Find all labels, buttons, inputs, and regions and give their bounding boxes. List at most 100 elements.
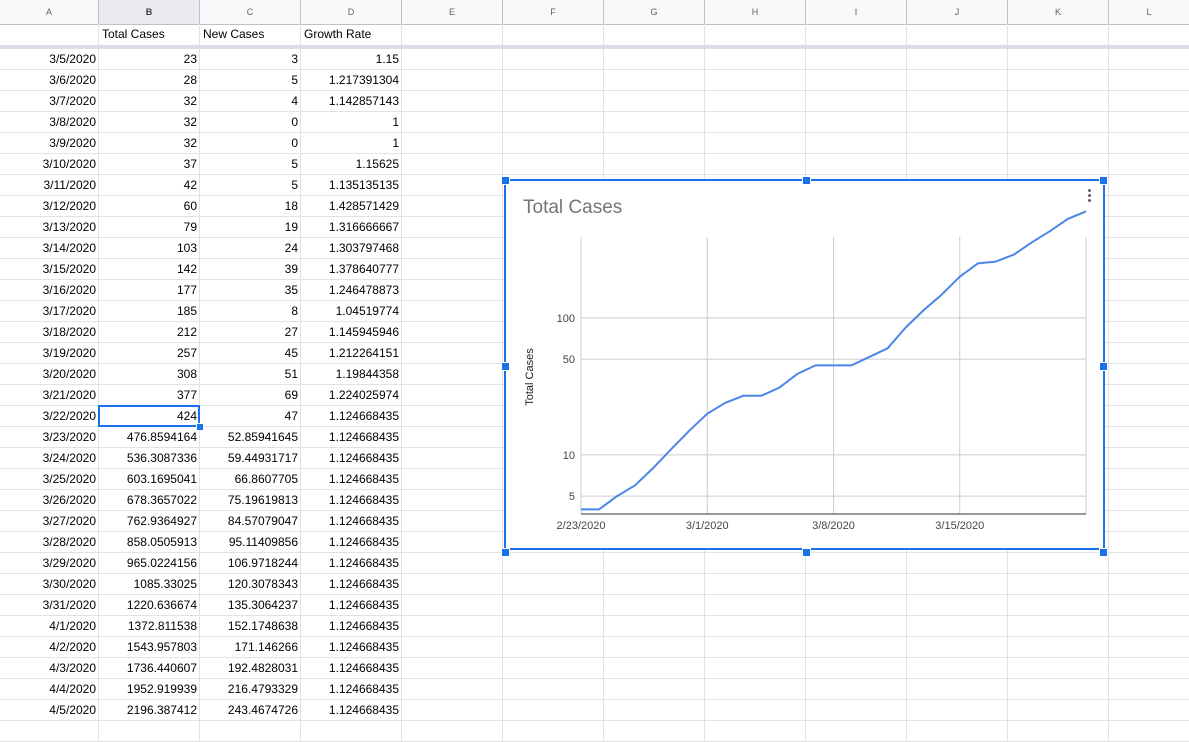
chart-resize-handle[interactable] xyxy=(1099,548,1108,557)
new-cases-cell[interactable]: 192.4828031 xyxy=(200,658,301,679)
new-cases-cell[interactable]: 216.4793329 xyxy=(200,679,301,700)
growth-rate-cell[interactable]: 1.124668435 xyxy=(301,679,402,700)
column-header-c[interactable]: C xyxy=(200,0,301,24)
growth-rate-cell[interactable]: 1.124668435 xyxy=(301,511,402,532)
new-cases-cell[interactable]: 47 xyxy=(200,406,301,427)
total-cases-cell[interactable]: 42 xyxy=(99,175,200,196)
growth-rate-cell[interactable]: 1.142857143 xyxy=(301,91,402,112)
date-cell[interactable]: 3/13/2020 xyxy=(0,217,99,238)
date-cell[interactable]: 3/17/2020 xyxy=(0,301,99,322)
column-header-e[interactable]: E xyxy=(402,0,503,24)
new-cases-cell[interactable]: 35 xyxy=(200,280,301,301)
growth-rate-cell[interactable]: 1.124668435 xyxy=(301,490,402,511)
date-cell[interactable]: 4/3/2020 xyxy=(0,658,99,679)
new-cases-cell[interactable]: 66.8607705 xyxy=(200,469,301,490)
growth-rate-cell[interactable]: 1 xyxy=(301,112,402,133)
date-cell[interactable]: 3/27/2020 xyxy=(0,511,99,532)
total-cases-cell[interactable]: 37 xyxy=(99,154,200,175)
new-cases-cell[interactable]: 5 xyxy=(200,175,301,196)
total-cases-cell[interactable]: 103 xyxy=(99,238,200,259)
date-cell[interactable]: 3/28/2020 xyxy=(0,532,99,553)
date-cell[interactable]: 3/24/2020 xyxy=(0,448,99,469)
chart-more-options-icon[interactable] xyxy=(1085,187,1093,207)
total-cases-cell[interactable]: 377 xyxy=(99,385,200,406)
new-cases-cell[interactable]: 135.3064237 xyxy=(200,595,301,616)
header-cell-growth-rate[interactable]: Growth Rate xyxy=(301,24,402,45)
total-cases-cell[interactable]: 185 xyxy=(99,301,200,322)
date-cell[interactable]: 3/18/2020 xyxy=(0,322,99,343)
date-cell[interactable]: 3/7/2020 xyxy=(0,91,99,112)
new-cases-cell[interactable]: 39 xyxy=(200,259,301,280)
growth-rate-cell[interactable]: 1.224025974 xyxy=(301,385,402,406)
date-cell[interactable]: 3/23/2020 xyxy=(0,427,99,448)
header-cell-total-cases[interactable]: Total Cases xyxy=(99,24,200,45)
column-header-b[interactable]: B xyxy=(99,0,200,24)
date-cell[interactable]: 3/29/2020 xyxy=(0,553,99,574)
total-cases-cell[interactable]: 32 xyxy=(99,91,200,112)
total-cases-cell[interactable]: 858.0505913 xyxy=(99,532,200,553)
total-cases-cell[interactable]: 212 xyxy=(99,322,200,343)
growth-rate-cell[interactable]: 1.428571429 xyxy=(301,196,402,217)
new-cases-cell[interactable]: 95.11409856 xyxy=(200,532,301,553)
total-cases-cell[interactable]: 308 xyxy=(99,364,200,385)
total-cases-cell[interactable]: 1736.440607 xyxy=(99,658,200,679)
date-cell[interactable]: 3/16/2020 xyxy=(0,280,99,301)
growth-rate-cell[interactable]: 1.19844358 xyxy=(301,364,402,385)
total-cases-cell[interactable]: 1220.636674 xyxy=(99,595,200,616)
date-cell[interactable]: 3/25/2020 xyxy=(0,469,99,490)
new-cases-cell[interactable]: 45 xyxy=(200,343,301,364)
column-header-l[interactable]: L xyxy=(1109,0,1189,24)
total-cases-cell[interactable]: 476.8594164 xyxy=(99,427,200,448)
new-cases-cell[interactable]: 24 xyxy=(200,238,301,259)
total-cases-cell[interactable]: 177 xyxy=(99,280,200,301)
new-cases-cell[interactable]: 106.9718244 xyxy=(200,553,301,574)
column-header-g[interactable]: G xyxy=(604,0,705,24)
embedded-chart[interactable]: 510501002/23/20203/1/20203/8/20203/15/20… xyxy=(504,179,1105,550)
date-cell[interactable]: 3/31/2020 xyxy=(0,595,99,616)
total-cases-cell[interactable]: 1952.919939 xyxy=(99,679,200,700)
new-cases-cell[interactable]: 3 xyxy=(200,49,301,70)
total-cases-cell[interactable]: 32 xyxy=(99,112,200,133)
growth-rate-cell[interactable]: 1.135135135 xyxy=(301,175,402,196)
growth-rate-cell[interactable]: 1.124668435 xyxy=(301,574,402,595)
growth-rate-cell[interactable]: 1.124668435 xyxy=(301,553,402,574)
chart-resize-handle[interactable] xyxy=(501,362,510,371)
header-cell-new-cases[interactable]: New Cases xyxy=(200,24,301,45)
chart-resize-handle[interactable] xyxy=(1099,362,1108,371)
growth-rate-cell[interactable]: 1.124668435 xyxy=(301,616,402,637)
date-cell[interactable]: 3/21/2020 xyxy=(0,385,99,406)
date-cell[interactable]: 3/14/2020 xyxy=(0,238,99,259)
chart-resize-handle[interactable] xyxy=(501,176,510,185)
growth-rate-cell[interactable]: 1.04519774 xyxy=(301,301,402,322)
total-cases-cell[interactable]: 32 xyxy=(99,133,200,154)
growth-rate-cell[interactable]: 1.124668435 xyxy=(301,532,402,553)
column-header-j[interactable]: J xyxy=(907,0,1008,24)
growth-rate-cell[interactable]: 1.124668435 xyxy=(301,406,402,427)
new-cases-cell[interactable]: 152.1748638 xyxy=(200,616,301,637)
new-cases-cell[interactable]: 5 xyxy=(200,154,301,175)
growth-rate-cell[interactable]: 1.124668435 xyxy=(301,427,402,448)
growth-rate-cell[interactable]: 1.217391304 xyxy=(301,70,402,91)
new-cases-cell[interactable]: 19 xyxy=(200,217,301,238)
growth-rate-cell[interactable]: 1.303797468 xyxy=(301,238,402,259)
date-cell[interactable]: 4/1/2020 xyxy=(0,616,99,637)
new-cases-cell[interactable]: 0 xyxy=(200,133,301,154)
growth-rate-cell[interactable]: 1.15 xyxy=(301,49,402,70)
growth-rate-cell[interactable]: 1.124668435 xyxy=(301,448,402,469)
date-cell[interactable]: 3/19/2020 xyxy=(0,343,99,364)
new-cases-cell[interactable]: 59.44931717 xyxy=(200,448,301,469)
date-cell[interactable]: 3/12/2020 xyxy=(0,196,99,217)
new-cases-cell[interactable]: 52.85941645 xyxy=(200,427,301,448)
growth-rate-cell[interactable]: 1.124668435 xyxy=(301,595,402,616)
column-header-a[interactable]: A xyxy=(0,0,99,24)
total-cases-cell[interactable]: 2196.387412 xyxy=(99,700,200,721)
growth-rate-cell[interactable]: 1.145945946 xyxy=(301,322,402,343)
total-cases-cell[interactable]: 762.9364927 xyxy=(99,511,200,532)
date-cell[interactable]: 3/20/2020 xyxy=(0,364,99,385)
total-cases-cell[interactable]: 1372.811538 xyxy=(99,616,200,637)
new-cases-cell[interactable]: 8 xyxy=(200,301,301,322)
date-cell[interactable]: 3/8/2020 xyxy=(0,112,99,133)
new-cases-cell[interactable]: 171.146266 xyxy=(200,637,301,658)
column-header-f[interactable]: F xyxy=(503,0,604,24)
column-header-i[interactable]: I xyxy=(806,0,907,24)
